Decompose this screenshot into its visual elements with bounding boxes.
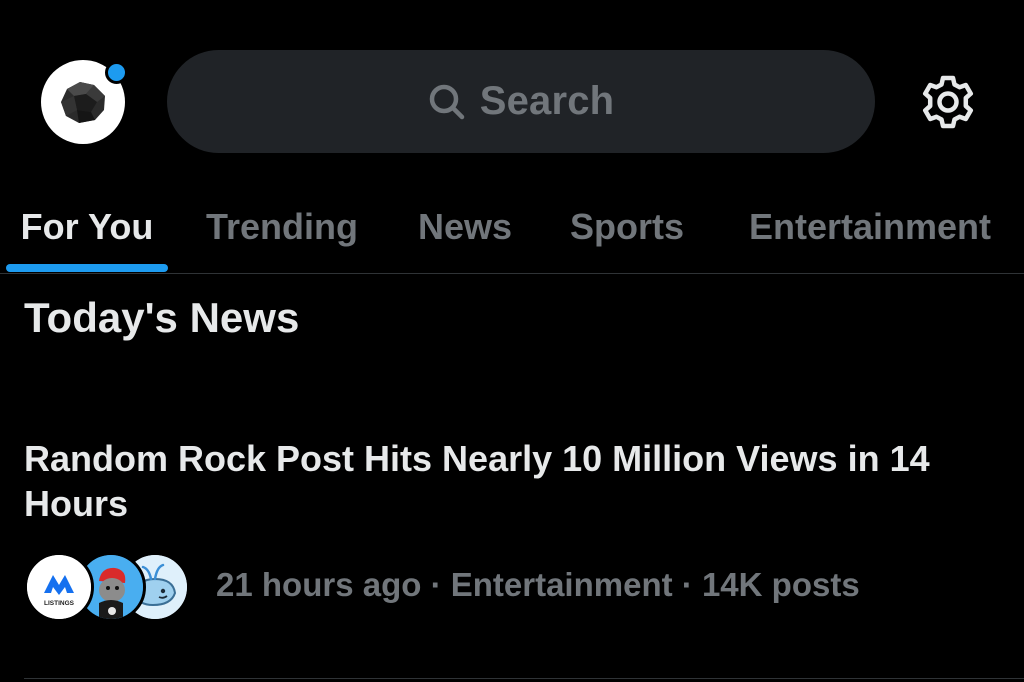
search-icon	[428, 83, 466, 121]
story-post-count: 14K posts	[701, 566, 860, 603]
divider	[24, 678, 1024, 679]
story-category: Entertainment	[450, 566, 673, 603]
tab-label: Trending	[206, 205, 358, 247]
notification-dot	[105, 61, 128, 84]
tab-label: For You	[20, 205, 154, 247]
gear-icon	[922, 75, 974, 129]
top-bar: Search	[0, 0, 1024, 200]
story-headline[interactable]: Random Rock Post Hits Nearly 10 Million …	[24, 436, 984, 526]
story-meta: 21 hours ago · Entertainment · 14K posts	[216, 566, 860, 604]
listings-logo-icon: LISTINGS	[24, 552, 94, 622]
meta-separator: ·	[430, 566, 442, 603]
meta-separator: ·	[681, 566, 693, 603]
tab-label: News	[417, 205, 513, 247]
tab-for-you[interactable]: For You	[6, 180, 168, 273]
tab-bar: For You Trending News Sports Entertainme…	[0, 180, 1024, 274]
section-title: Today's News	[24, 294, 300, 341]
tab-label: Entertainment	[748, 205, 992, 247]
tab-label: Sports	[569, 205, 684, 247]
tab-entertainment[interactable]: Entertainment	[722, 180, 1018, 273]
rock-avatar-icon	[61, 82, 105, 123]
svg-text:LISTINGS: LISTINGS	[44, 600, 75, 607]
story-time: 21 hours ago	[216, 566, 422, 603]
search-placeholder: Search	[479, 79, 615, 123]
search-bar[interactable]: Search	[167, 50, 875, 153]
tab-trending[interactable]: Trending	[182, 180, 382, 273]
story-avatars: LISTINGS	[24, 552, 194, 624]
tab-sports[interactable]: Sports	[550, 180, 704, 273]
active-tab-indicator	[6, 264, 168, 272]
tab-news[interactable]: News	[398, 180, 532, 273]
settings-button[interactable]	[916, 70, 980, 134]
